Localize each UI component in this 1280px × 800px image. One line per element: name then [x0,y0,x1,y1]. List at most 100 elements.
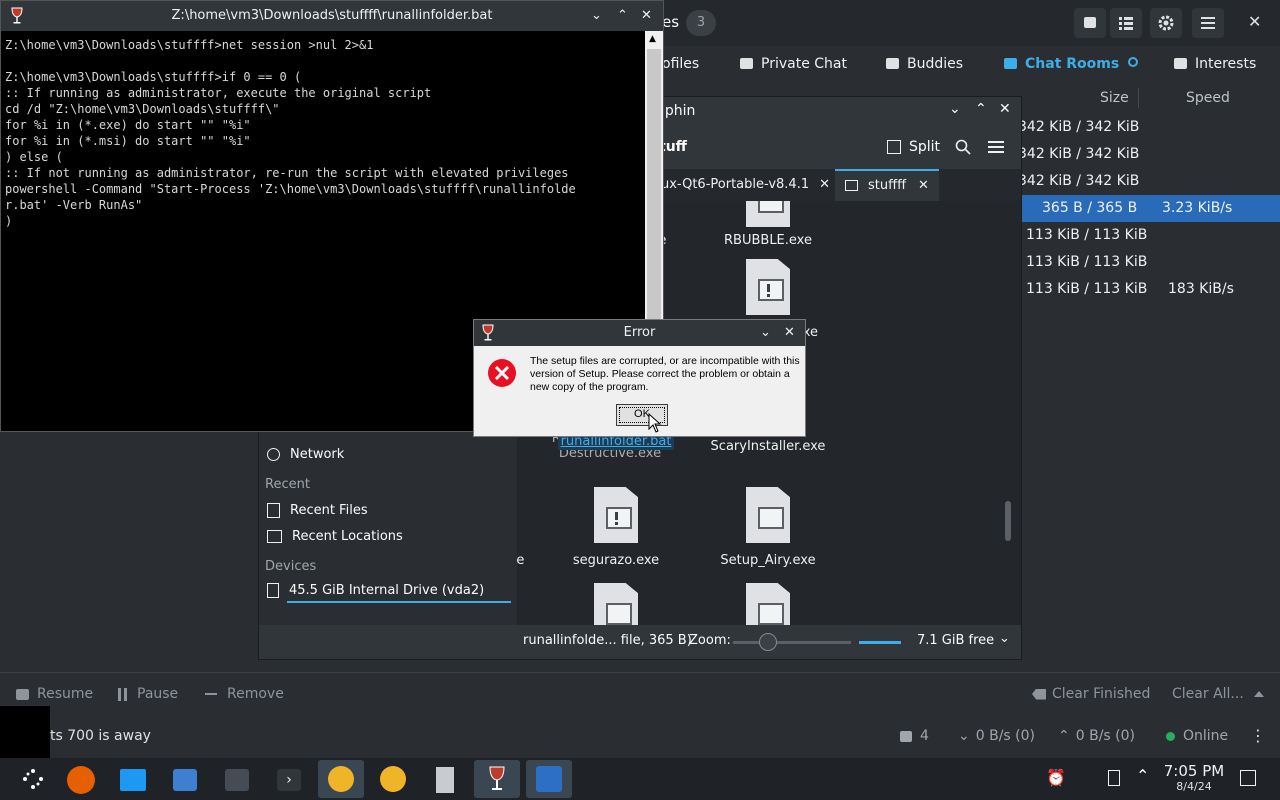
taskbar-archive[interactable] [422,760,468,798]
places-recent-locations[interactable]: Recent Locations [267,529,403,544]
clipboard-icon[interactable] [1108,770,1120,786]
console-title: Z:\home\vm3\Downloads\stuffff\runallinfo… [171,8,493,23]
taskbar-settings[interactable] [214,760,260,798]
online-status[interactable]: Online [1166,728,1228,744]
places-recent-files[interactable]: Recent Files [267,503,368,518]
transfer-row[interactable]: 113 KiB / 113 KiB [1010,222,1280,249]
maximize-icon[interactable]: ⌃ [975,101,987,117]
tab-buddies[interactable]: Buddies [886,56,963,72]
upload-speed: ⌃ 0 B/s (0) [1058,728,1135,744]
transfer-size: 365 B / 365 B [1042,200,1138,216]
clear-finished-button[interactable]: Clear Finished [1032,686,1150,702]
taskbar-wine-console[interactable] [474,760,520,798]
transfer-size: 342 KiB / 342 KiB [1018,173,1140,189]
launcher-icon [23,769,43,789]
chat-title-badge: 3 [686,10,716,36]
transfer-size: 113 KiB / 113 KiB [1026,254,1148,270]
transfer-row[interactable]: 342 KiB / 342 KiB [1010,141,1280,168]
scrollbar-handle[interactable] [1005,501,1011,541]
remove-button[interactable]: Remove [205,686,284,702]
tab-profiles[interactable]: ofiles [662,56,699,72]
taskbar-terminal[interactable]: › [266,760,312,798]
transfer-row-selected[interactable]: 365 B / 365 B 3.23 KiB/s [1010,195,1280,222]
clear-all-button[interactable]: Clear All... [1172,686,1264,702]
file-item[interactable] [693,583,843,625]
taskbar-discover[interactable] [162,760,208,798]
chevron-down-icon[interactable]: ⌄ [999,631,1010,646]
minimize-icon[interactable]: ⌄ [949,101,961,117]
settings-button[interactable] [1150,8,1182,38]
taskbar-file-manager[interactable] [110,760,156,798]
main-menu-button[interactable] [1192,8,1224,38]
places-drive[interactable]: 45.5 GiB Internal Drive (vda2) [267,583,484,598]
mouse-cursor-icon [648,413,662,433]
file-item[interactable]: Setup_Airy.exe [693,487,843,568]
pause-button[interactable]: Pause [118,686,178,702]
transfer-row[interactable]: 113 KiB / 113 KiB [1010,249,1280,276]
online-label: Online [1183,728,1229,744]
tab-interests[interactable]: Interests [1174,56,1256,72]
tab-stuffff[interactable]: stuffff ✕ [835,169,939,201]
transfer-row[interactable]: 342 KiB / 342 KiB [1010,168,1280,195]
view-mode-list-button[interactable] [1110,8,1142,38]
zoom-slider-handle[interactable] [759,633,777,651]
file-manager-icon [120,769,146,791]
taskbar-wine-app-2[interactable] [370,760,416,798]
more-options-icon[interactable]: ⋮ [1250,726,1266,745]
zoom-slider[interactable] [733,641,851,644]
places-network[interactable]: Network [267,447,344,462]
show-desktop-icon[interactable] [1240,770,1256,786]
app-launcher-button[interactable] [10,760,56,798]
free-space-label[interactable]: 7.1 GiB free [917,633,994,648]
column-speed[interactable]: Speed [1186,90,1230,106]
file-item[interactable] [517,583,539,625]
tab-portable[interactable]: ux-Qt6-Portable-v8.4.1 ✕ [651,169,840,201]
search-icon[interactable] [955,139,971,155]
clock-date[interactable]: 8/4/24 [1162,780,1226,793]
hamburger-icon [1201,17,1215,29]
column-size[interactable]: Size [1100,90,1129,106]
close-icon[interactable]: ✕ [641,1,652,31]
error-dialog-titlebar[interactable]: Error ⌄ ✕ [474,320,805,346]
minimize-icon[interactable]: ⌄ [760,320,771,346]
transfer-size: 342 KiB / 342 KiB [1018,146,1140,162]
console-output: Z:\home\vm3\Downloads\stuffff>net sessio… [5,38,576,228]
minimize-icon[interactable]: ⌄ [591,1,602,31]
exe-file-icon [746,201,790,227]
close-icon[interactable]: ✕ [999,101,1011,117]
tab-private-chat[interactable]: Private Chat [740,56,847,72]
file-item[interactable]: segurazo.exe [541,487,691,568]
upload-speed-value: 0 B/s (0) [1075,728,1135,744]
clock-time[interactable]: 7:05 PM [1162,762,1226,780]
interests-icon [1174,58,1187,69]
chat-close-icon[interactable]: ✕ [1248,12,1261,31]
close-icon[interactable]: ✕ [784,320,795,346]
scroll-up-icon[interactable]: ▲ [649,34,656,44]
taskbar-wine-app-1[interactable] [318,760,364,798]
file-item[interactable]: Scorpion Virus.exe [517,487,539,568]
file-name: Scorpion Virus.exe [517,553,525,568]
split-button[interactable]: Split [887,139,940,155]
tab-stuffff-label: stuffff [868,178,907,193]
close-tab-icon[interactable]: ✕ [918,178,929,193]
dolphin-title: lphin [661,103,696,119]
resume-button[interactable]: Resume [16,686,93,702]
taskbar-installer[interactable] [526,760,572,798]
transfer-row[interactable]: 342 KiB / 342 KiB [1010,114,1280,141]
transfers-toolbar: Resume Pause Remove Clear Finished Clear… [0,672,1280,717]
file-item[interactable] [541,583,691,625]
file-item[interactable]: RBUBBLE.exe [693,201,843,248]
places-recent-locations-label: Recent Locations [292,529,403,544]
tray-expand-icon[interactable]: ⌃ [1136,766,1149,785]
console-titlebar[interactable]: Z:\home\vm3\Downloads\stuffff\runallinfo… [1,1,663,31]
hamburger-icon[interactable] [988,141,1004,154]
maximize-icon[interactable]: ⌃ [617,1,628,31]
transfer-row[interactable]: 113 KiB / 113 KiB 183 KiB/s [1010,276,1280,303]
close-tab-icon[interactable]: ✕ [819,177,830,192]
taskbar-firefox[interactable] [58,760,104,798]
tab-interests-label: Interests [1195,56,1257,72]
notifications-icon[interactable]: ⏰ [1046,768,1066,787]
tab-chat-rooms[interactable]: Chat Rooms [1004,56,1139,72]
view-mode-chat-button[interactable] [1074,8,1106,38]
console-scroll-thumb[interactable] [647,49,661,319]
